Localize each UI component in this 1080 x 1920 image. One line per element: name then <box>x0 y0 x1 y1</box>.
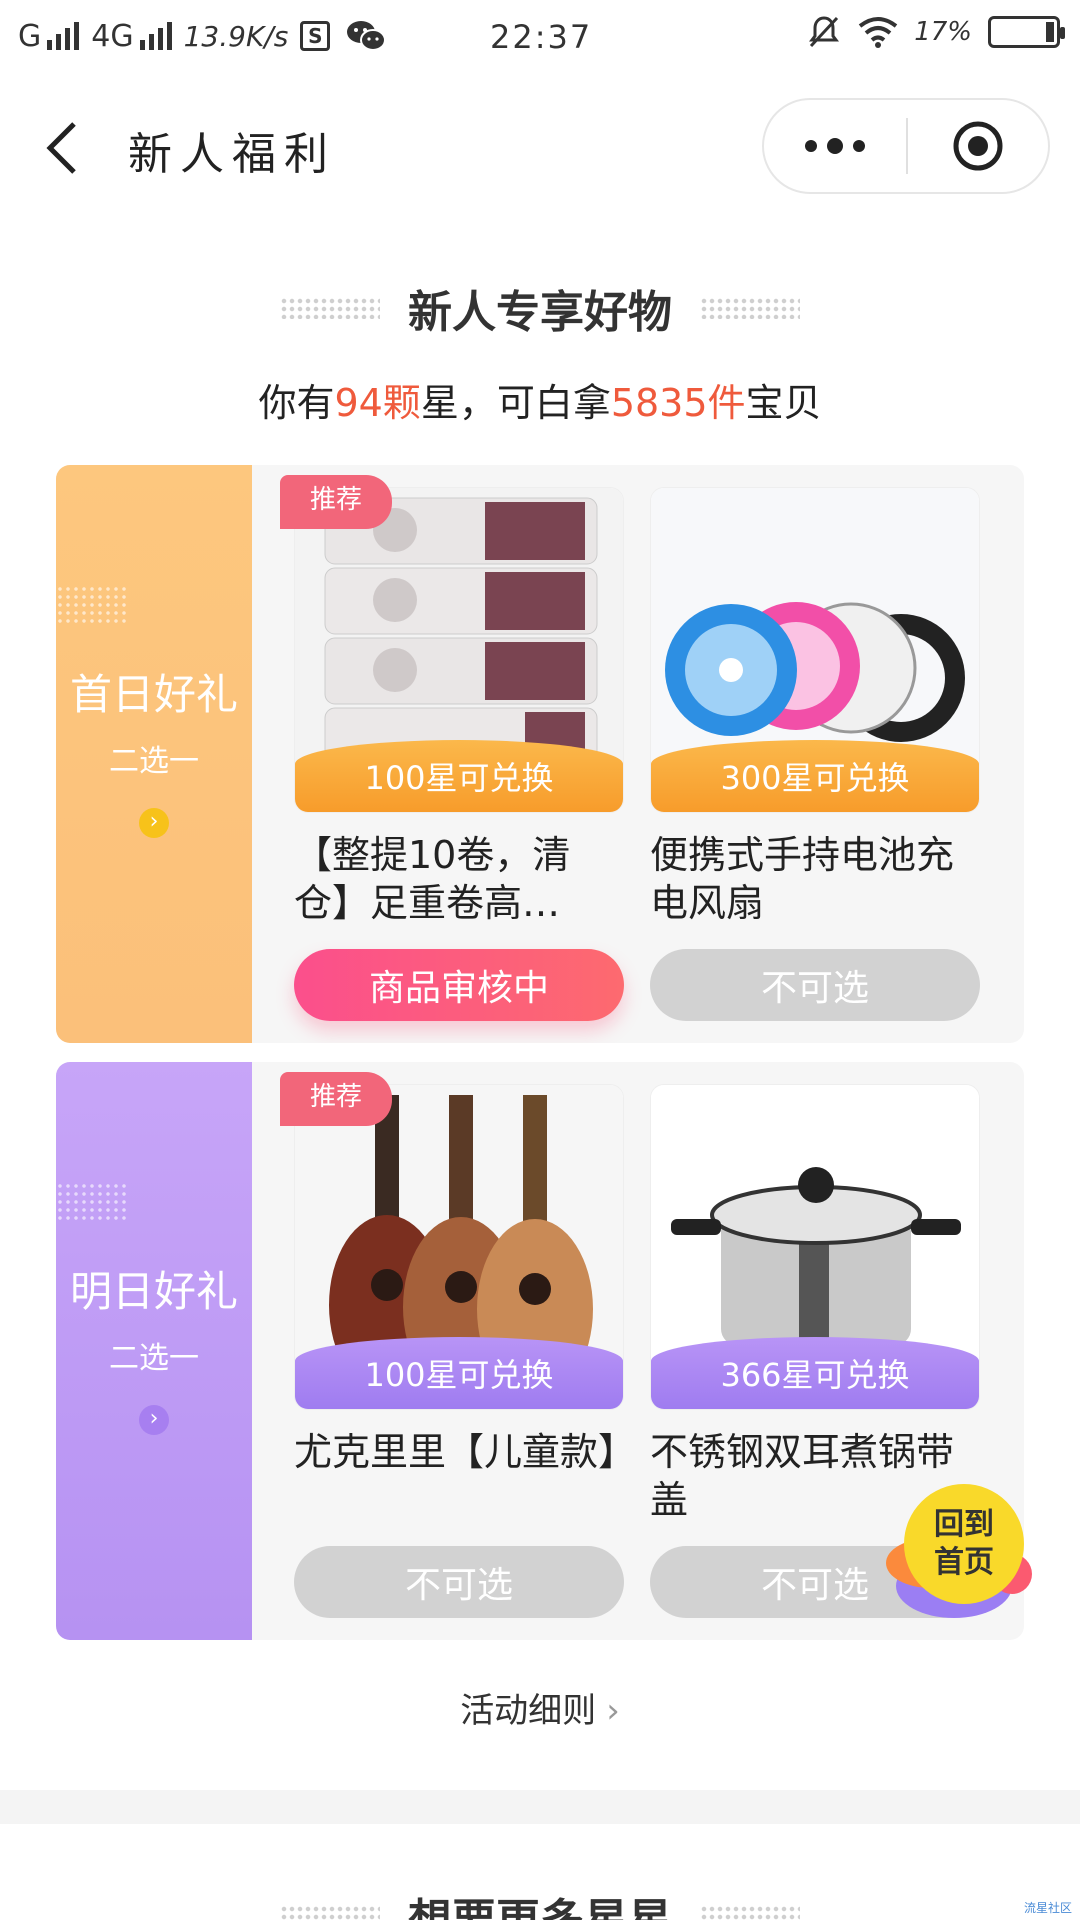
product-name: 尤克里里【儿童款】 <box>294 1430 624 1474</box>
price-ribbon: 300星可兑换 <box>651 740 979 812</box>
summary-mid: 星，可白拿 <box>420 381 611 425</box>
decor-dots-right <box>700 297 800 319</box>
product-name: 【整提10卷，清仓】足重卷高… <box>294 833 571 925</box>
gift-subtitle: 二选一 <box>109 743 199 779</box>
network-speed: 13.9K/s <box>183 19 289 53</box>
gift-card-day1: 首日好礼 二选一 › 100星可兑换 推荐 【整提10卷，清仓】足重卷高… 商品… <box>56 465 1024 1043</box>
chevron-right-icon[interactable]: › <box>139 807 169 838</box>
dot-icon <box>805 140 817 152</box>
stars-count: 94颗 <box>334 381 421 425</box>
unavailable-button[interactable]: 不可选 <box>294 1546 624 1618</box>
decor-dots-left <box>280 297 380 319</box>
product-name: 便携式手持电池充电风扇 <box>650 833 955 925</box>
wifi-icon <box>858 17 898 48</box>
price-ribbon: 100星可兑换 <box>295 1337 623 1409</box>
section-title-2: 想要更多星星 <box>408 1884 672 1920</box>
back-arrow-icon[interactable] <box>40 118 90 178</box>
chevron-right-icon[interactable]: › <box>139 1404 169 1435</box>
items-count: 5835件 <box>610 381 746 425</box>
dot-icon <box>827 138 843 154</box>
gift-card-day2: 明日好礼 二选一 › 100星可兑换 推荐 尤克里里【儿童款】 不可选 366星… <box>56 1062 1024 1640</box>
back-to-home-button[interactable]: 回到 首页 <box>886 1484 1032 1624</box>
mini-program-capsule <box>762 98 1050 194</box>
decor-dots-left <box>280 1905 380 1920</box>
status-bar: G 4G 13.9K/s S 22:37 17% <box>0 0 1080 72</box>
signal-icon <box>47 22 80 50</box>
signal-icon-2 <box>139 22 172 50</box>
home-fab-label: 回到 首页 <box>904 1506 1024 1582</box>
recommend-tag: 推荐 <box>280 475 392 529</box>
section-header-2: 想要更多星星 <box>0 1884 1080 1920</box>
price-ribbon: 100星可兑换 <box>295 740 623 812</box>
home-fab-line2: 首页 <box>934 1545 994 1580</box>
product-image-toilet-paper[interactable]: 100星可兑换 <box>294 487 624 813</box>
section-divider <box>0 1790 1080 1824</box>
wechat-icon <box>347 21 387 51</box>
gift-subtitle: 二选一 <box>109 1340 199 1376</box>
navigation-bar: 新人福利 <box>0 90 1080 200</box>
decor-dots <box>56 585 128 625</box>
product-image-pot[interactable]: 366星可兑换 <box>650 1084 980 1410</box>
gift-side-panel: 明日好礼 二选一 › <box>56 1062 252 1640</box>
s-app-icon: S <box>300 21 331 51</box>
unavailable-button[interactable]: 不可选 <box>650 949 980 1021</box>
stars-summary: 你有94颗星，可白拿5835件宝贝 <box>0 372 1080 427</box>
review-status-button[interactable]: 商品审核中 <box>294 949 624 1021</box>
product-card[interactable]: 100星可兑换 推荐 尤克里里【儿童款】 不可选 <box>280 1072 624 1618</box>
mute-bell-icon <box>809 16 840 48</box>
page-title: 新人福利 <box>128 129 336 180</box>
rules-label: 活动细则 <box>460 1691 597 1731</box>
target-circle-icon <box>953 121 1003 171</box>
carrier-1: G <box>18 18 42 54</box>
battery-percent: 17% <box>914 17 972 47</box>
activity-rules-link[interactable]: 活动细则 › <box>0 1683 1080 1732</box>
gift-side-panel: 首日好礼 二选一 › <box>56 465 252 1043</box>
price-ribbon: 366星可兑换 <box>651 1337 979 1409</box>
product-card[interactable]: 300星可兑换 便携式手持电池充电风扇 不可选 <box>650 487 980 1021</box>
summary-prefix: 你有 <box>258 381 335 425</box>
section-title: 新人专享好物 <box>408 287 672 338</box>
decor-dots-right <box>700 1905 800 1920</box>
gift-title: 首日好礼 <box>69 669 238 719</box>
decor-dots <box>56 1182 128 1222</box>
battery-icon <box>988 16 1065 48</box>
clock: 22:37 <box>490 18 593 56</box>
dot-icon <box>853 140 865 152</box>
more-menu-button[interactable] <box>764 100 906 192</box>
product-image-fans[interactable]: 300星可兑换 <box>650 487 980 813</box>
chevron-right-icon: › <box>606 1691 620 1731</box>
summary-suffix: 宝贝 <box>745 381 822 425</box>
product-card[interactable]: 100星可兑换 推荐 【整提10卷，清仓】足重卷高… 商品审核中 <box>280 475 624 1021</box>
carrier-2: 4G <box>91 18 134 54</box>
recommend-tag: 推荐 <box>280 1072 392 1126</box>
gift-title: 明日好礼 <box>69 1266 238 1316</box>
home-fab-line1: 回到 <box>934 1507 994 1542</box>
watermark: 流星社区 <box>1023 1901 1072 1915</box>
close-mini-program-button[interactable] <box>908 100 1048 192</box>
section-header: 新人专享好物 <box>0 276 1080 340</box>
product-image-ukulele[interactable]: 100星可兑换 <box>294 1084 624 1410</box>
